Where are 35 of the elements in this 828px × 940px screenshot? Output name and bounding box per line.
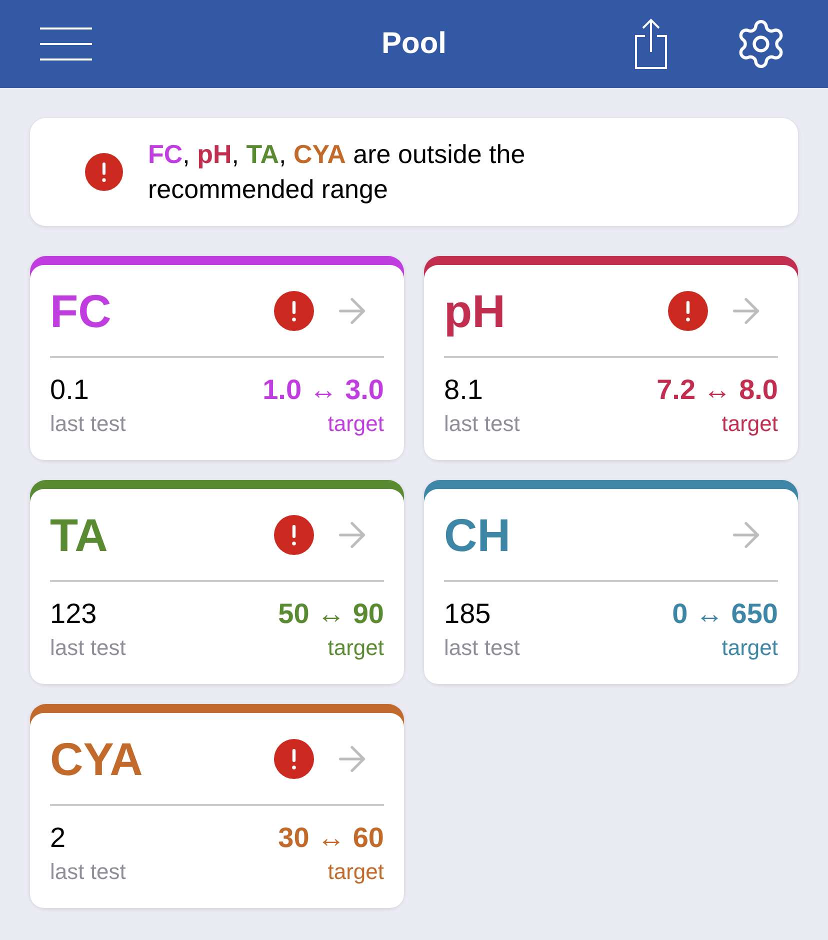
last-test-value: 2 bbox=[50, 821, 66, 855]
last-test-value: 185 bbox=[444, 597, 491, 631]
target-range: 1.0 ↔ 3.0 bbox=[262, 373, 384, 407]
last-test-label: last test bbox=[444, 634, 520, 662]
last-test-label: last test bbox=[50, 858, 126, 886]
target-range: 30 ↔ 60 bbox=[278, 821, 384, 855]
target-range: 0 ↔ 650 bbox=[672, 597, 778, 631]
parameter-name: CYA bbox=[50, 732, 143, 784]
menu-icon[interactable] bbox=[40, 27, 92, 61]
parameter-card[interactable]: CH 185 last test 0 ↔ 650 target bbox=[424, 480, 798, 684]
last-test-value: 8.1 bbox=[444, 373, 483, 407]
warning-icon bbox=[85, 153, 123, 191]
target-label: target bbox=[722, 634, 778, 662]
parameter-card[interactable]: pH 8.1 last test 7.2 ↔ 8.0 target bbox=[424, 256, 798, 460]
last-test-value: 0.1 bbox=[50, 373, 89, 407]
target-range: 50 ↔ 90 bbox=[278, 597, 384, 631]
share-icon[interactable] bbox=[634, 18, 668, 70]
target-label: target bbox=[328, 858, 384, 886]
parameter-card[interactable]: CYA 2 last test 30 ↔ 60 target bbox=[30, 704, 404, 908]
last-test-label: last test bbox=[50, 634, 126, 662]
alert-message: FC, pH, TA, CYA are outside the recommended range bbox=[148, 138, 526, 206]
parameter-card[interactable]: FC 0.1 last test 1.0 ↔ 3.0 target bbox=[30, 256, 404, 460]
parameter-name: CH bbox=[444, 508, 510, 560]
parameter-name: pH bbox=[444, 284, 506, 336]
last-test-value: 123 bbox=[50, 597, 97, 631]
target-label: target bbox=[328, 410, 384, 438]
parameter-name: TA bbox=[50, 508, 108, 560]
target-label: target bbox=[328, 634, 384, 662]
screen-title: Pool bbox=[382, 26, 446, 62]
parameter-card[interactable]: TA 123 last test 50 ↔ 90 target bbox=[30, 480, 404, 684]
last-test-label: last test bbox=[444, 410, 520, 438]
target-range: 7.2 ↔ 8.0 bbox=[656, 373, 778, 407]
parameter-name: FC bbox=[50, 284, 112, 336]
target-label: target bbox=[722, 410, 778, 438]
last-test-label: last test bbox=[50, 410, 126, 438]
